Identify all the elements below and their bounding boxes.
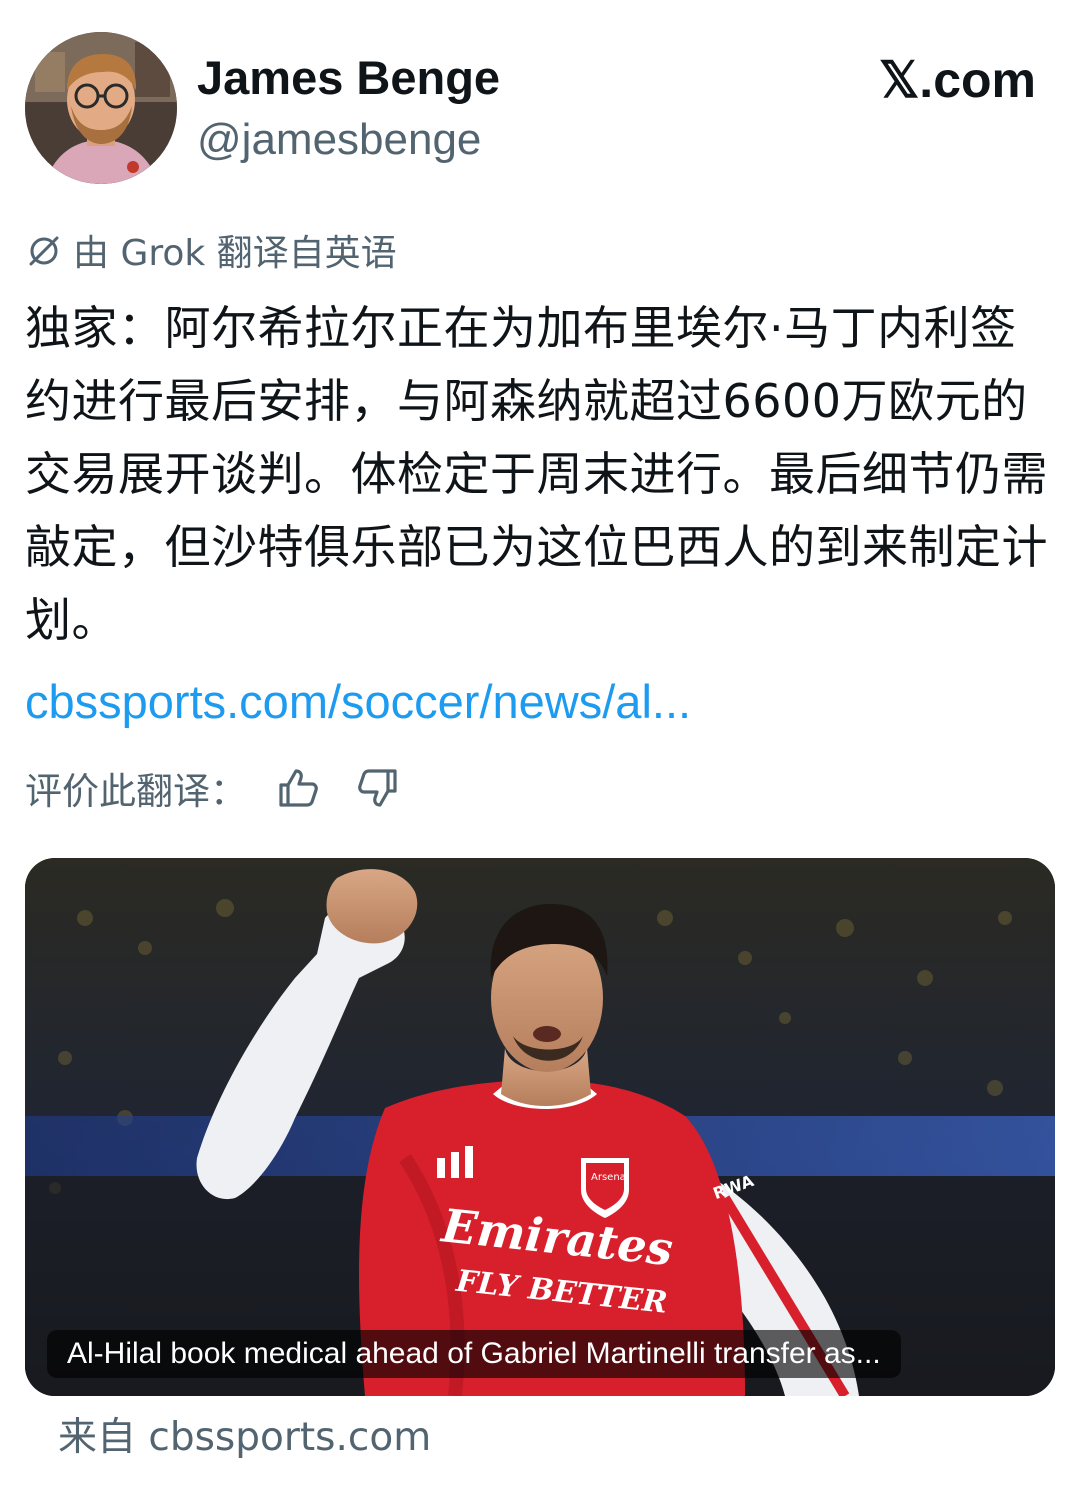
- tweet-text: 独家：阿尔希拉尔正在为加布里埃尔·马丁内利签约进行最后安排，与阿森纳就超过660…: [25, 301, 1048, 647]
- rate-translation-label: 评价此翻译：: [25, 770, 247, 813]
- tweet-link[interactable]: cbssports.com/soccer/news/al...: [25, 670, 691, 734]
- crest-text: Arsenal: [591, 1172, 629, 1183]
- translation-note-text: 由 Grok 翻译自英语: [73, 233, 397, 274]
- rate-translation-row: 评价此翻译：: [25, 760, 401, 816]
- x-com-watermark: 𝕏.com: [879, 52, 1036, 108]
- article-photo: Emirates FLY BETTER Arsenal RWA: [25, 858, 1055, 1396]
- card-caption[interactable]: Al-Hilal book medical ahead of Gabriel M…: [47, 1330, 901, 1378]
- link-preview-card[interactable]: Emirates FLY BETTER Arsenal RWA Al-Hilal…: [25, 858, 1055, 1396]
- avatar[interactable]: [25, 32, 177, 184]
- author-handle[interactable]: @jamesbenge: [197, 112, 481, 168]
- profile-photo: [25, 32, 177, 184]
- author-display-name[interactable]: James Benge: [197, 50, 500, 106]
- translate-slash-icon: [25, 231, 63, 269]
- translation-note: 由 Grok 翻译自英语: [25, 224, 397, 276]
- thumbs-up-icon[interactable]: [275, 765, 321, 811]
- card-source[interactable]: 来自 cbssports.com: [58, 1410, 431, 1466]
- thumbs-down-icon[interactable]: [355, 765, 401, 811]
